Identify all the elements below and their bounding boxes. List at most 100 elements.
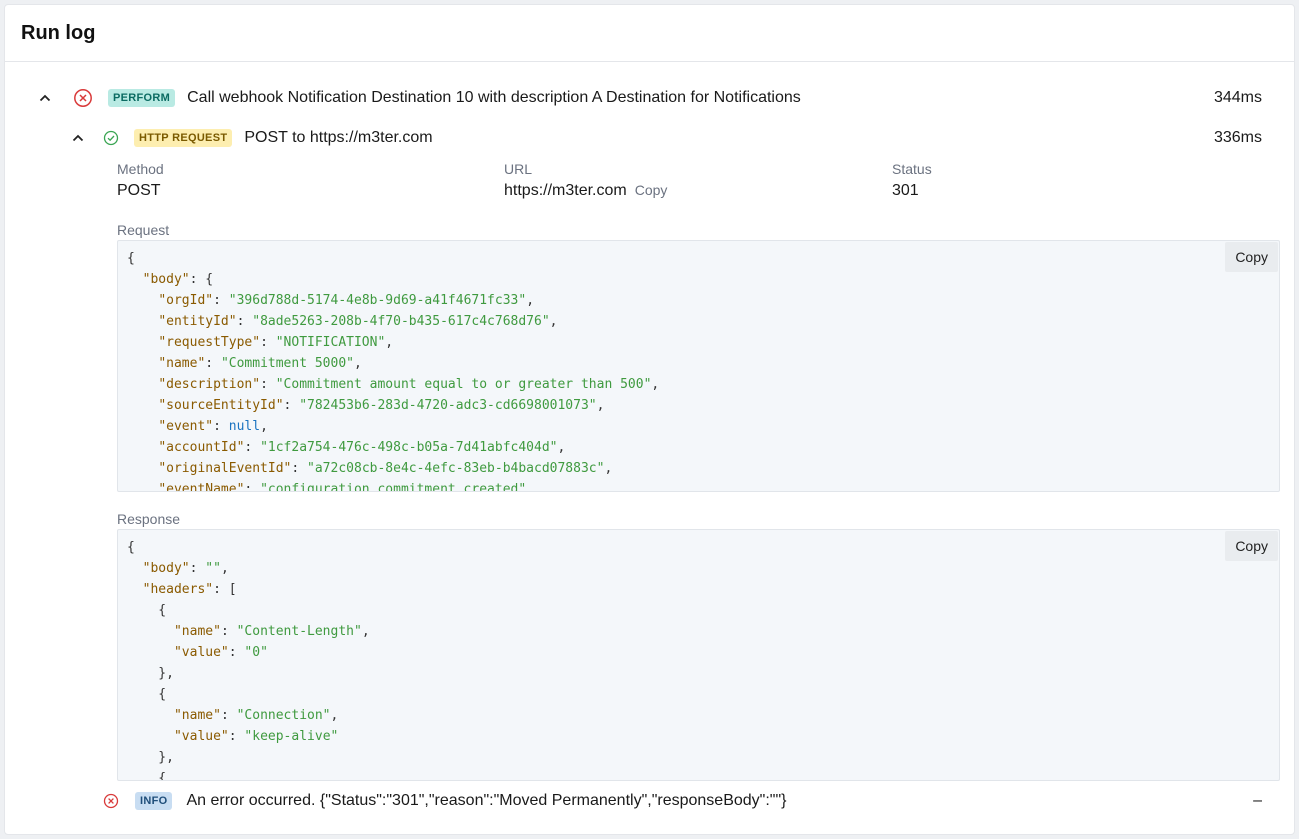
url-value-wrap: https://m3ter.com Copy (504, 182, 667, 200)
url-value: https://m3ter.com (504, 182, 627, 199)
json-key: "event" (158, 419, 214, 434)
json-punct (127, 314, 158, 329)
code-line: "value": "0" (127, 645, 268, 660)
card-header: Run log (5, 5, 1294, 62)
json-punct: , (651, 377, 660, 392)
response-copy-button[interactable]: Copy (1225, 531, 1278, 561)
code-line: "originalEventId": "a72c08cb-8e4c-4efc-8… (127, 461, 612, 476)
json-punct: { (127, 251, 135, 266)
json-punct: : (291, 461, 308, 476)
code-line: { (127, 251, 135, 266)
json-punct: : (213, 419, 229, 434)
code-line: "accountId": "1cf2a754-476c-498c-b05a-7d… (127, 440, 565, 455)
json-punct (127, 293, 158, 308)
json-punct (127, 356, 158, 371)
json-string: "396d788d-5174-4e8b-9d69-a41f4671fc33" (228, 293, 527, 308)
code-line: "requestType": "NOTIFICATION", (127, 335, 393, 350)
chevron-up-icon[interactable] (70, 130, 86, 146)
json-punct: : { (189, 272, 214, 287)
json-punct: { (127, 603, 167, 618)
json-punct: : (244, 482, 261, 492)
code-line: "value": "keep-alive" (127, 729, 338, 744)
request-code-block[interactable]: { "body": { "orgId": "396d788d-5174-4e8b… (117, 240, 1280, 492)
code-line: "body": { (127, 272, 213, 287)
code-line: "entityId": "8ade5263-208b-4f70-b435-617… (127, 314, 558, 329)
perform-row[interactable]: PERFORM Call webhook Notification Destin… (37, 86, 801, 110)
json-key: "name" (173, 708, 221, 723)
json-key: "name" (158, 356, 206, 371)
code-line: "headers": [ (127, 582, 237, 597)
json-punct (127, 419, 158, 434)
json-key: "eventName" (158, 482, 245, 492)
json-punct: : (236, 314, 253, 329)
code-line: { (127, 771, 166, 780)
json-punct: , (526, 482, 534, 492)
json-punct: , (220, 561, 229, 576)
method-label: Method (117, 161, 164, 177)
json-punct (127, 272, 143, 287)
response-code-block[interactable]: { "body": "", "headers": [ { "name": "Co… (117, 529, 1280, 781)
json-punct (127, 461, 158, 476)
code-line: "description": "Commitment amount equal … (127, 377, 659, 392)
json-key: "sourceEntityId" (158, 398, 284, 413)
code-line: { (127, 603, 166, 618)
json-key: "value" (173, 729, 229, 744)
json-punct (127, 645, 174, 660)
json-punct: : (220, 708, 237, 723)
json-punct: , (361, 624, 370, 639)
json-punct: : (244, 440, 261, 455)
json-punct: }, (127, 750, 174, 765)
code-line: "eventName": "configuration.commitment.c… (127, 482, 534, 492)
json-punct (127, 440, 158, 455)
json-punct (127, 624, 174, 639)
json-punct: : (260, 377, 276, 392)
json-punct: : (213, 293, 229, 308)
code-line: "orgId": "396d788d-5174-4e8b-9d69-a41f46… (127, 293, 534, 308)
perform-badge: PERFORM (108, 89, 176, 107)
chevron-up-icon[interactable] (37, 90, 53, 106)
code-line: { (127, 540, 135, 555)
perform-duration: 344ms (1213, 89, 1262, 106)
json-punct: : (189, 561, 206, 576)
json-punct: }, (127, 666, 174, 681)
info-badge: INFO (135, 792, 173, 810)
code-line: "name": "Connection", (127, 708, 338, 723)
json-punct: : (283, 398, 300, 413)
json-key: "originalEventId" (158, 461, 292, 476)
status-value: 301 (892, 182, 919, 199)
code-line: { (127, 687, 166, 702)
json-string: "1cf2a754-476c-498c-b05a-7d41abfc404d" (260, 440, 558, 455)
json-punct: , (549, 314, 558, 329)
json-punct: , (260, 419, 268, 434)
json-key: "name" (173, 624, 221, 639)
json-punct: : (228, 729, 245, 744)
code-line: "name": "Content-Length", (127, 624, 370, 639)
json-punct (127, 482, 158, 491)
json-string: "Connection" (236, 708, 331, 723)
json-key: "requestType" (158, 335, 261, 350)
request-copy-button[interactable]: Copy (1225, 242, 1278, 272)
json-key: "headers" (142, 582, 214, 597)
json-punct (127, 582, 143, 597)
url-copy-button[interactable]: Copy (635, 182, 668, 198)
json-string: "Commitment 5000" (220, 356, 354, 371)
json-key: "body" (142, 561, 190, 576)
run-log-card: Run log PERFORM Call webhook Notificatio… (4, 4, 1295, 835)
json-key: "description" (158, 377, 261, 392)
json-punct: : [ (213, 582, 237, 597)
info-duration: – (1253, 792, 1262, 809)
json-key: "entityId" (158, 314, 237, 329)
status-label: Status (892, 161, 932, 177)
json-punct (127, 729, 174, 744)
json-string: "a72c08cb-8e4c-4efc-83eb-b4bacd07883c" (307, 461, 605, 476)
json-punct: , (330, 708, 339, 723)
json-punct (127, 377, 158, 392)
json-punct: : (228, 645, 245, 660)
error-icon (103, 793, 119, 809)
code-line: "event": null, (127, 419, 268, 434)
json-punct: , (596, 398, 605, 413)
json-string: "Commitment amount equal to or greater t… (275, 377, 652, 392)
json-null: null (228, 419, 261, 434)
http-request-row[interactable]: HTTP REQUEST POST to https://m3ter.com (70, 126, 433, 150)
json-punct: , (354, 356, 362, 371)
